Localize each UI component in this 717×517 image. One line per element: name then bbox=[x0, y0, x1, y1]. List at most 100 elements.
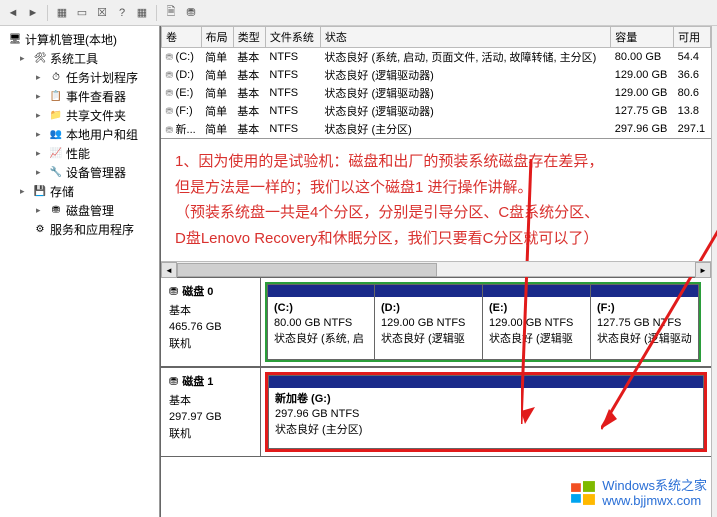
tree-child[interactable]: ▸📋事件查看器 bbox=[4, 87, 155, 106]
right-edge bbox=[711, 26, 717, 517]
window-icon[interactable]: ▭ bbox=[73, 4, 91, 22]
table-row[interactable]: 新...简单基本NTFS状态良好 (主分区)297.96 GB297.1 bbox=[162, 120, 711, 138]
disk-name: 磁盘 0 bbox=[182, 284, 213, 301]
col-header[interactable]: 卷 bbox=[162, 27, 202, 48]
cfg-icon[interactable]: ⛃ bbox=[182, 4, 200, 22]
section-icon: 🛠 bbox=[33, 52, 47, 66]
col-header[interactable]: 状态 bbox=[320, 27, 610, 48]
tree-child[interactable]: ▸⏱任务计划程序 bbox=[4, 68, 155, 87]
tree-label: 服务和应用程序 bbox=[50, 221, 134, 238]
fwd-icon[interactable]: ► bbox=[24, 4, 42, 22]
item-icon: 📋 bbox=[49, 90, 63, 104]
partition-state: 状态良好 (系统, 启 bbox=[274, 332, 368, 347]
expand-icon[interactable]: ▸ bbox=[36, 129, 46, 140]
note-line: 1、因为使用的是试验机：磁盘和出厂的预装系统磁盘存在差异， bbox=[175, 149, 697, 175]
col-header[interactable]: 可用 bbox=[674, 27, 711, 48]
partition-box[interactable]: (D:) 129.00 GB NTFS 状态良好 (逻辑驱 bbox=[375, 284, 483, 360]
disk-row-0: ⛃ 磁盘 0 基本 465.76 GB 联机 (C:) 80.00 GB NTF… bbox=[161, 277, 711, 367]
disk-size: 465.76 GB bbox=[169, 319, 252, 336]
item-icon: 📁 bbox=[49, 109, 63, 123]
partition-header bbox=[483, 285, 590, 297]
tree-pane: 🖥 计算机管理(本地) ▸🛠系统工具▸⏱任务计划程序▸📋事件查看器▸📁共享文件夹… bbox=[0, 26, 160, 517]
partition-box[interactable]: (C:) 80.00 GB NTFS 状态良好 (系统, 启 bbox=[267, 284, 375, 360]
tree-child[interactable]: ▸👥本地用户和组 bbox=[4, 125, 155, 144]
main-area: 🖥 计算机管理(本地) ▸🛠系统工具▸⏱任务计划程序▸📋事件查看器▸📁共享文件夹… bbox=[0, 26, 717, 517]
table-cell: 基本 bbox=[233, 48, 265, 67]
disk-name: 磁盘 1 bbox=[182, 374, 213, 391]
tree-root[interactable]: 🖥 计算机管理(本地) ▸🛠系统工具▸⏱任务计划程序▸📋事件查看器▸📁共享文件夹… bbox=[2, 28, 157, 241]
col-header[interactable]: 文件系统 bbox=[265, 27, 320, 48]
table-cell: NTFS bbox=[265, 48, 320, 67]
scroll-left-button[interactable]: ◄ bbox=[161, 262, 177, 278]
tree-child[interactable]: ▸🔧设备管理器 bbox=[4, 163, 155, 182]
partition-state: 状态良好 (逻辑驱动 bbox=[597, 332, 692, 347]
partition-size: 129.00 GB NTFS bbox=[381, 316, 476, 331]
table-cell: 状态良好 (逻辑驱动器) bbox=[320, 66, 610, 84]
partition-letter: (F:) bbox=[597, 301, 692, 316]
tree-child[interactable]: ▸⛃磁盘管理 bbox=[4, 201, 155, 220]
tree-root-item[interactable]: 🖥 计算机管理(本地) bbox=[4, 30, 155, 49]
table-row[interactable]: (D:)简单基本NTFS状态良好 (逻辑驱动器)129.00 GB36.6 bbox=[162, 66, 711, 84]
expand-icon[interactable]: ▸ bbox=[36, 91, 46, 102]
expand-icon[interactable]: ▸ bbox=[36, 148, 46, 159]
partition-box[interactable]: (F:) 127.75 GB NTFS 状态良好 (逻辑驱动 bbox=[591, 284, 699, 360]
table-cell: 状态良好 (逻辑驱动器) bbox=[320, 102, 610, 120]
help-icon[interactable]: ? bbox=[113, 4, 131, 22]
disk-row-1: ⛃ 磁盘 1 基本 297.97 GB 联机 新加卷 (G:) 297.96 G… bbox=[161, 367, 711, 457]
table-cell: 297.96 GB bbox=[611, 120, 674, 138]
back-icon[interactable]: ◄ bbox=[4, 4, 22, 22]
save-icon[interactable]: 🗎 bbox=[162, 4, 180, 22]
horizontal-scrollbar[interactable]: ◄ ► bbox=[161, 261, 711, 277]
col-header[interactable]: 类型 bbox=[233, 27, 265, 48]
expand-icon[interactable]: ▸ bbox=[20, 186, 30, 197]
table-row[interactable]: (E:)简单基本NTFS状态良好 (逻辑驱动器)129.00 GB80.6 bbox=[162, 84, 711, 102]
partition-size: 80.00 GB NTFS bbox=[274, 316, 368, 331]
tree-section[interactable]: ▸🛠系统工具 bbox=[4, 49, 155, 68]
expand-icon[interactable]: ▸ bbox=[36, 72, 46, 83]
scroll-right-button[interactable]: ► bbox=[695, 262, 711, 278]
table-cell: 状态良好 (系统, 启动, 页面文件, 活动, 故障转储, 主分区) bbox=[320, 48, 610, 67]
disk-icon: ⛃ bbox=[169, 284, 178, 301]
table-row[interactable]: (C:)简单基本NTFS状态良好 (系统, 启动, 页面文件, 活动, 故障转储… bbox=[162, 48, 711, 67]
tree-label: 磁盘管理 bbox=[66, 202, 114, 219]
table-cell: 129.00 GB bbox=[611, 84, 674, 102]
scroll-thumb[interactable] bbox=[177, 263, 437, 277]
action-icon[interactable]: ▦ bbox=[53, 4, 71, 22]
partition-box[interactable]: 新加卷 (G:) 297.96 GB NTFS 状态良好 (主分区) bbox=[268, 375, 704, 449]
table-cell: 状态良好 (主分区) bbox=[320, 120, 610, 138]
windows-logo-icon bbox=[570, 480, 596, 506]
disk-partitions: 新加卷 (G:) 297.96 GB NTFS 状态良好 (主分区) bbox=[261, 368, 711, 456]
section-icon: ⚙ bbox=[33, 223, 47, 237]
tree-label: 系统工具 bbox=[50, 50, 98, 67]
refresh-icon[interactable]: ▦ bbox=[133, 4, 151, 22]
expand-icon[interactable]: ▸ bbox=[36, 110, 46, 121]
tree-section[interactable]: ▸💾存储 bbox=[4, 182, 155, 201]
disk-icon: ⛃ bbox=[169, 374, 178, 391]
table-row[interactable]: (F:)简单基本NTFS状态良好 (逻辑驱动器)127.75 GB13.8 bbox=[162, 102, 711, 120]
tree-child[interactable]: ▸📈性能 bbox=[4, 144, 155, 163]
item-icon: 🔧 bbox=[49, 166, 63, 180]
partition-header bbox=[591, 285, 698, 297]
table-cell: 简单 bbox=[201, 84, 233, 102]
item-icon: 📈 bbox=[49, 147, 63, 161]
expand-icon[interactable]: ▸ bbox=[36, 167, 46, 178]
annotation-note: 1、因为使用的是试验机：磁盘和出厂的预装系统磁盘存在差异， 但是方法是一样的；我… bbox=[161, 139, 711, 261]
partition-size: 127.75 GB NTFS bbox=[597, 316, 692, 331]
x-icon[interactable]: ☒ bbox=[93, 4, 111, 22]
col-header[interactable]: 布局 bbox=[201, 27, 233, 48]
col-header[interactable]: 容量 bbox=[611, 27, 674, 48]
tree-label: 性能 bbox=[66, 145, 90, 162]
table-cell: 简单 bbox=[201, 102, 233, 120]
tree-section[interactable]: ⚙服务和应用程序 bbox=[4, 220, 155, 239]
item-icon: ⛃ bbox=[49, 204, 63, 218]
disk-status: 联机 bbox=[169, 336, 252, 353]
partition-box[interactable]: (E:) 129.00 GB NTFS 状态良好 (逻辑驱 bbox=[483, 284, 591, 360]
expand-icon[interactable]: ▸ bbox=[36, 205, 46, 216]
table-cell: 54.4 bbox=[674, 48, 711, 67]
table-cell: 状态良好 (逻辑驱动器) bbox=[320, 84, 610, 102]
expand-icon[interactable]: ▸ bbox=[20, 53, 30, 64]
table-cell: NTFS bbox=[265, 66, 320, 84]
table-cell: 36.6 bbox=[674, 66, 711, 84]
tree-child[interactable]: ▸📁共享文件夹 bbox=[4, 106, 155, 125]
table-cell: 基本 bbox=[233, 84, 265, 102]
